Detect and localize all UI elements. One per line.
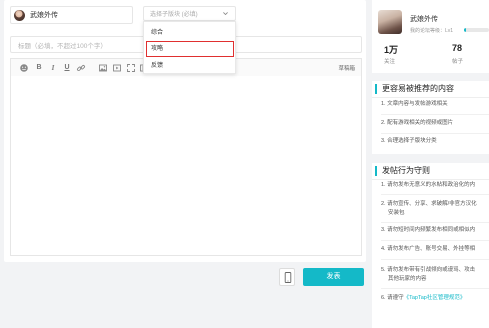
video-icon[interactable] (112, 63, 122, 73)
rule-tip-final: 6. 请遵守《TapTap社区管理规范》 (381, 294, 465, 303)
fullscreen-icon[interactable] (126, 63, 136, 73)
divider (381, 114, 489, 115)
chevron-down-icon (223, 12, 228, 16)
community-rules-link[interactable]: 《TapTap社区管理规范》 (404, 295, 466, 301)
rules-card: 发帖行为守则 1. 请勿发布无意义的水帖和政治化的内 2. 请勿宣传、分享、求破… (372, 163, 489, 328)
level-progress-bar (464, 28, 489, 32)
divider (381, 222, 489, 223)
mobile-icon (284, 272, 292, 283)
divider (372, 179, 489, 180)
rule-tip: 3. 请勿短时间内频繁发布相同或相似内 (381, 227, 476, 233)
rule-tip-continuation: 其他玩家的内容 (388, 276, 427, 282)
image-icon[interactable] (98, 63, 108, 73)
forum-avatar (14, 9, 25, 21)
emoji-icon[interactable] (19, 63, 29, 73)
forum-selector[interactable]: 武娘外传 (10, 6, 133, 24)
section-option-guide[interactable]: 攻略 (151, 44, 163, 54)
recommend-title: 更容易被推荐的内容 (375, 84, 454, 94)
rule-tip: 5. 请勿发布带有引战倾向或谩骂、攻击 (381, 267, 476, 273)
link-icon[interactable] (76, 63, 86, 73)
recommend-tip: 3. 合理选择子版块分类 (381, 138, 437, 144)
profile-name: 武娘外传 (410, 16, 438, 23)
rule-tip-prefix: 6. 请遵守 (381, 295, 404, 301)
section-select[interactable]: 选择子版块 (必填) (143, 6, 236, 21)
section-select-placeholder: 选择子版块 (必填) (150, 12, 198, 18)
underline-button[interactable]: U (62, 63, 72, 73)
title-input-placeholder: 标题（必填，不超过100个字） (18, 42, 107, 50)
avatar[interactable] (378, 10, 402, 34)
post-content-editor[interactable] (10, 76, 362, 256)
forum-level-text: 我的论坛等级：Lv1 (410, 28, 454, 34)
post-editor-panel: 武娘外传 选择子版块 (必填) 综合 攻略 反馈 标题（必填，不超过100个字）… (4, 0, 366, 286)
divider (381, 240, 489, 241)
recommend-tip: 1. 文章内容与发帖游戏相关 (381, 101, 448, 107)
post-label: 帖子 (452, 59, 464, 65)
recommend-card: 更容易被推荐的内容 1. 文章内容与发帖游戏相关 2. 配有游戏相关的视频或图片… (372, 81, 489, 154)
post-count[interactable]: 78 (452, 43, 462, 53)
rule-tip: 1. 请勿发布无意义的水帖和政治化的内 (381, 182, 476, 188)
section-option-feedback[interactable]: 反馈 (151, 61, 163, 71)
rule-tip-continuation: 安装包 (388, 210, 405, 216)
mobile-preview-button[interactable] (279, 268, 295, 286)
profile-card: 武娘外传 我的论坛等级：Lv1 1万 关注 78 帖子 (372, 0, 489, 73)
divider (372, 97, 489, 98)
divider (381, 288, 489, 289)
section-option-general[interactable]: 综合 (151, 28, 163, 38)
level-progress-fill (464, 28, 466, 32)
follow-label: 关注 (384, 59, 396, 65)
forum-name: 武娘外传 (30, 12, 58, 19)
publish-button[interactable]: 发表 (303, 268, 364, 286)
divider (381, 259, 489, 260)
bold-button[interactable]: B (34, 63, 44, 73)
divider (381, 194, 489, 195)
section-dropdown-menu: 综合 攻略 反馈 (143, 21, 236, 74)
divider (381, 133, 489, 134)
italic-button[interactable]: I (48, 63, 58, 73)
recommend-tip: 2. 配有游戏相关的视频或图片 (381, 120, 454, 126)
draft-box-button[interactable]: 草稿箱 (338, 64, 355, 72)
follow-count[interactable]: 1万 (384, 43, 398, 56)
rules-title: 发帖行为守则 (375, 166, 430, 176)
rule-tip: 2. 请勿宣传、分享、求破解/非官方汉化 (381, 201, 477, 207)
rule-tip: 4. 请勿发布广告、账号交易、外挂等相 (381, 246, 476, 252)
